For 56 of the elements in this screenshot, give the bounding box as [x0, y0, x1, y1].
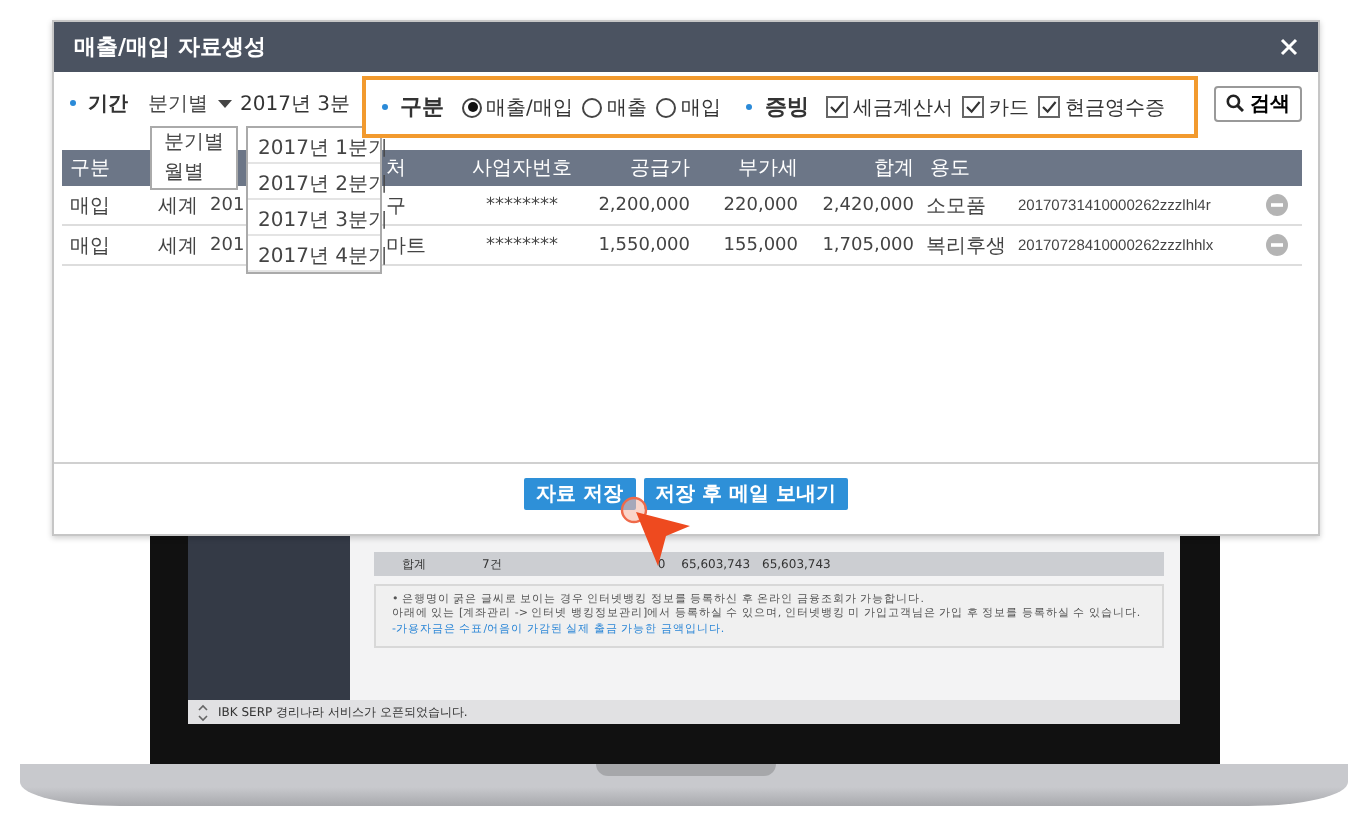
column-header: 부가세 [736, 156, 800, 182]
caret-icon [218, 99, 232, 107]
search-icon [1226, 94, 1244, 112]
table-cell-text: 세계 [156, 233, 200, 259]
radio-option[interactable]: 매출 [582, 93, 647, 121]
column-header: 사업자번호 [470, 156, 574, 182]
period-value: 2017년 3분 [240, 91, 350, 117]
scroll-arrows-icon[interactable] [198, 703, 208, 721]
table-cell-text: 1,705,000 [820, 235, 916, 255]
checkbox-option[interactable]: 세금계산서 [826, 93, 953, 121]
menu-item[interactable]: 2017년 4분기 [248, 236, 380, 272]
table-cell-text: ******** [484, 195, 560, 215]
menu-item[interactable]: 2017년 2분기 [248, 164, 380, 200]
table-cell-text: 매입 [68, 193, 112, 219]
table-cell-text: 소모품 [924, 193, 988, 219]
check-icon [828, 98, 847, 116]
table-cell-text: ******** [484, 235, 560, 255]
close-icon[interactable] [1280, 38, 1298, 56]
table-cell-text: 구 [385, 193, 408, 219]
radio-option[interactable]: 매입 [656, 93, 721, 121]
menu-item[interactable]: 2017년 3분기 [248, 200, 380, 236]
column-header: 구분 [68, 156, 112, 182]
menu-item[interactable]: 월별 [152, 158, 236, 188]
column-header: 공급가 [628, 156, 692, 182]
type-label: 구분 [382, 92, 444, 122]
checkbox[interactable] [962, 96, 985, 118]
radio-button[interactable] [582, 97, 603, 117]
table-cell-text: 매입 [68, 233, 112, 259]
column-header: 처 [385, 156, 408, 182]
checkbox-option[interactable]: 카드 [962, 93, 1029, 121]
radio-option[interactable]: 매출/매입 [462, 93, 573, 121]
table-cell-text: 155,000 [721, 235, 800, 255]
radio-button[interactable] [462, 97, 482, 117]
table-cell-text: 201 [208, 195, 247, 215]
dialog-title: 매출/매입 자료생성 [74, 32, 266, 62]
table-cell-text: 2,200,000 [596, 195, 692, 215]
table-cell-text: 1,550,000 [596, 235, 692, 255]
column-header: 용도 [928, 156, 972, 182]
checkbox[interactable] [1038, 96, 1061, 118]
period-type-select[interactable]: 분기별 [148, 89, 232, 117]
table-cell-text: 복리후생 [924, 233, 1008, 259]
table-cell-text: 2,420,000 [820, 195, 916, 215]
table-cell-text: 마트 [385, 233, 428, 259]
check-icon [1040, 98, 1059, 116]
table-cell-text: 220,000 [721, 195, 800, 215]
search-button[interactable]: 검색 [1214, 85, 1302, 121]
checkbox[interactable] [826, 96, 849, 118]
radio-button[interactable] [656, 97, 677, 117]
checkbox-option[interactable]: 현금영수증 [1038, 93, 1165, 121]
proof-label: 증빙 [746, 92, 809, 122]
table-cell-text: 201 [208, 235, 247, 255]
table-cell-text: 세계 [156, 193, 200, 219]
menu-item[interactable]: 분기별 [152, 128, 236, 158]
column-header: 합계 [872, 156, 916, 182]
check-icon [964, 98, 983, 116]
period-label: 기간 [70, 89, 128, 117]
